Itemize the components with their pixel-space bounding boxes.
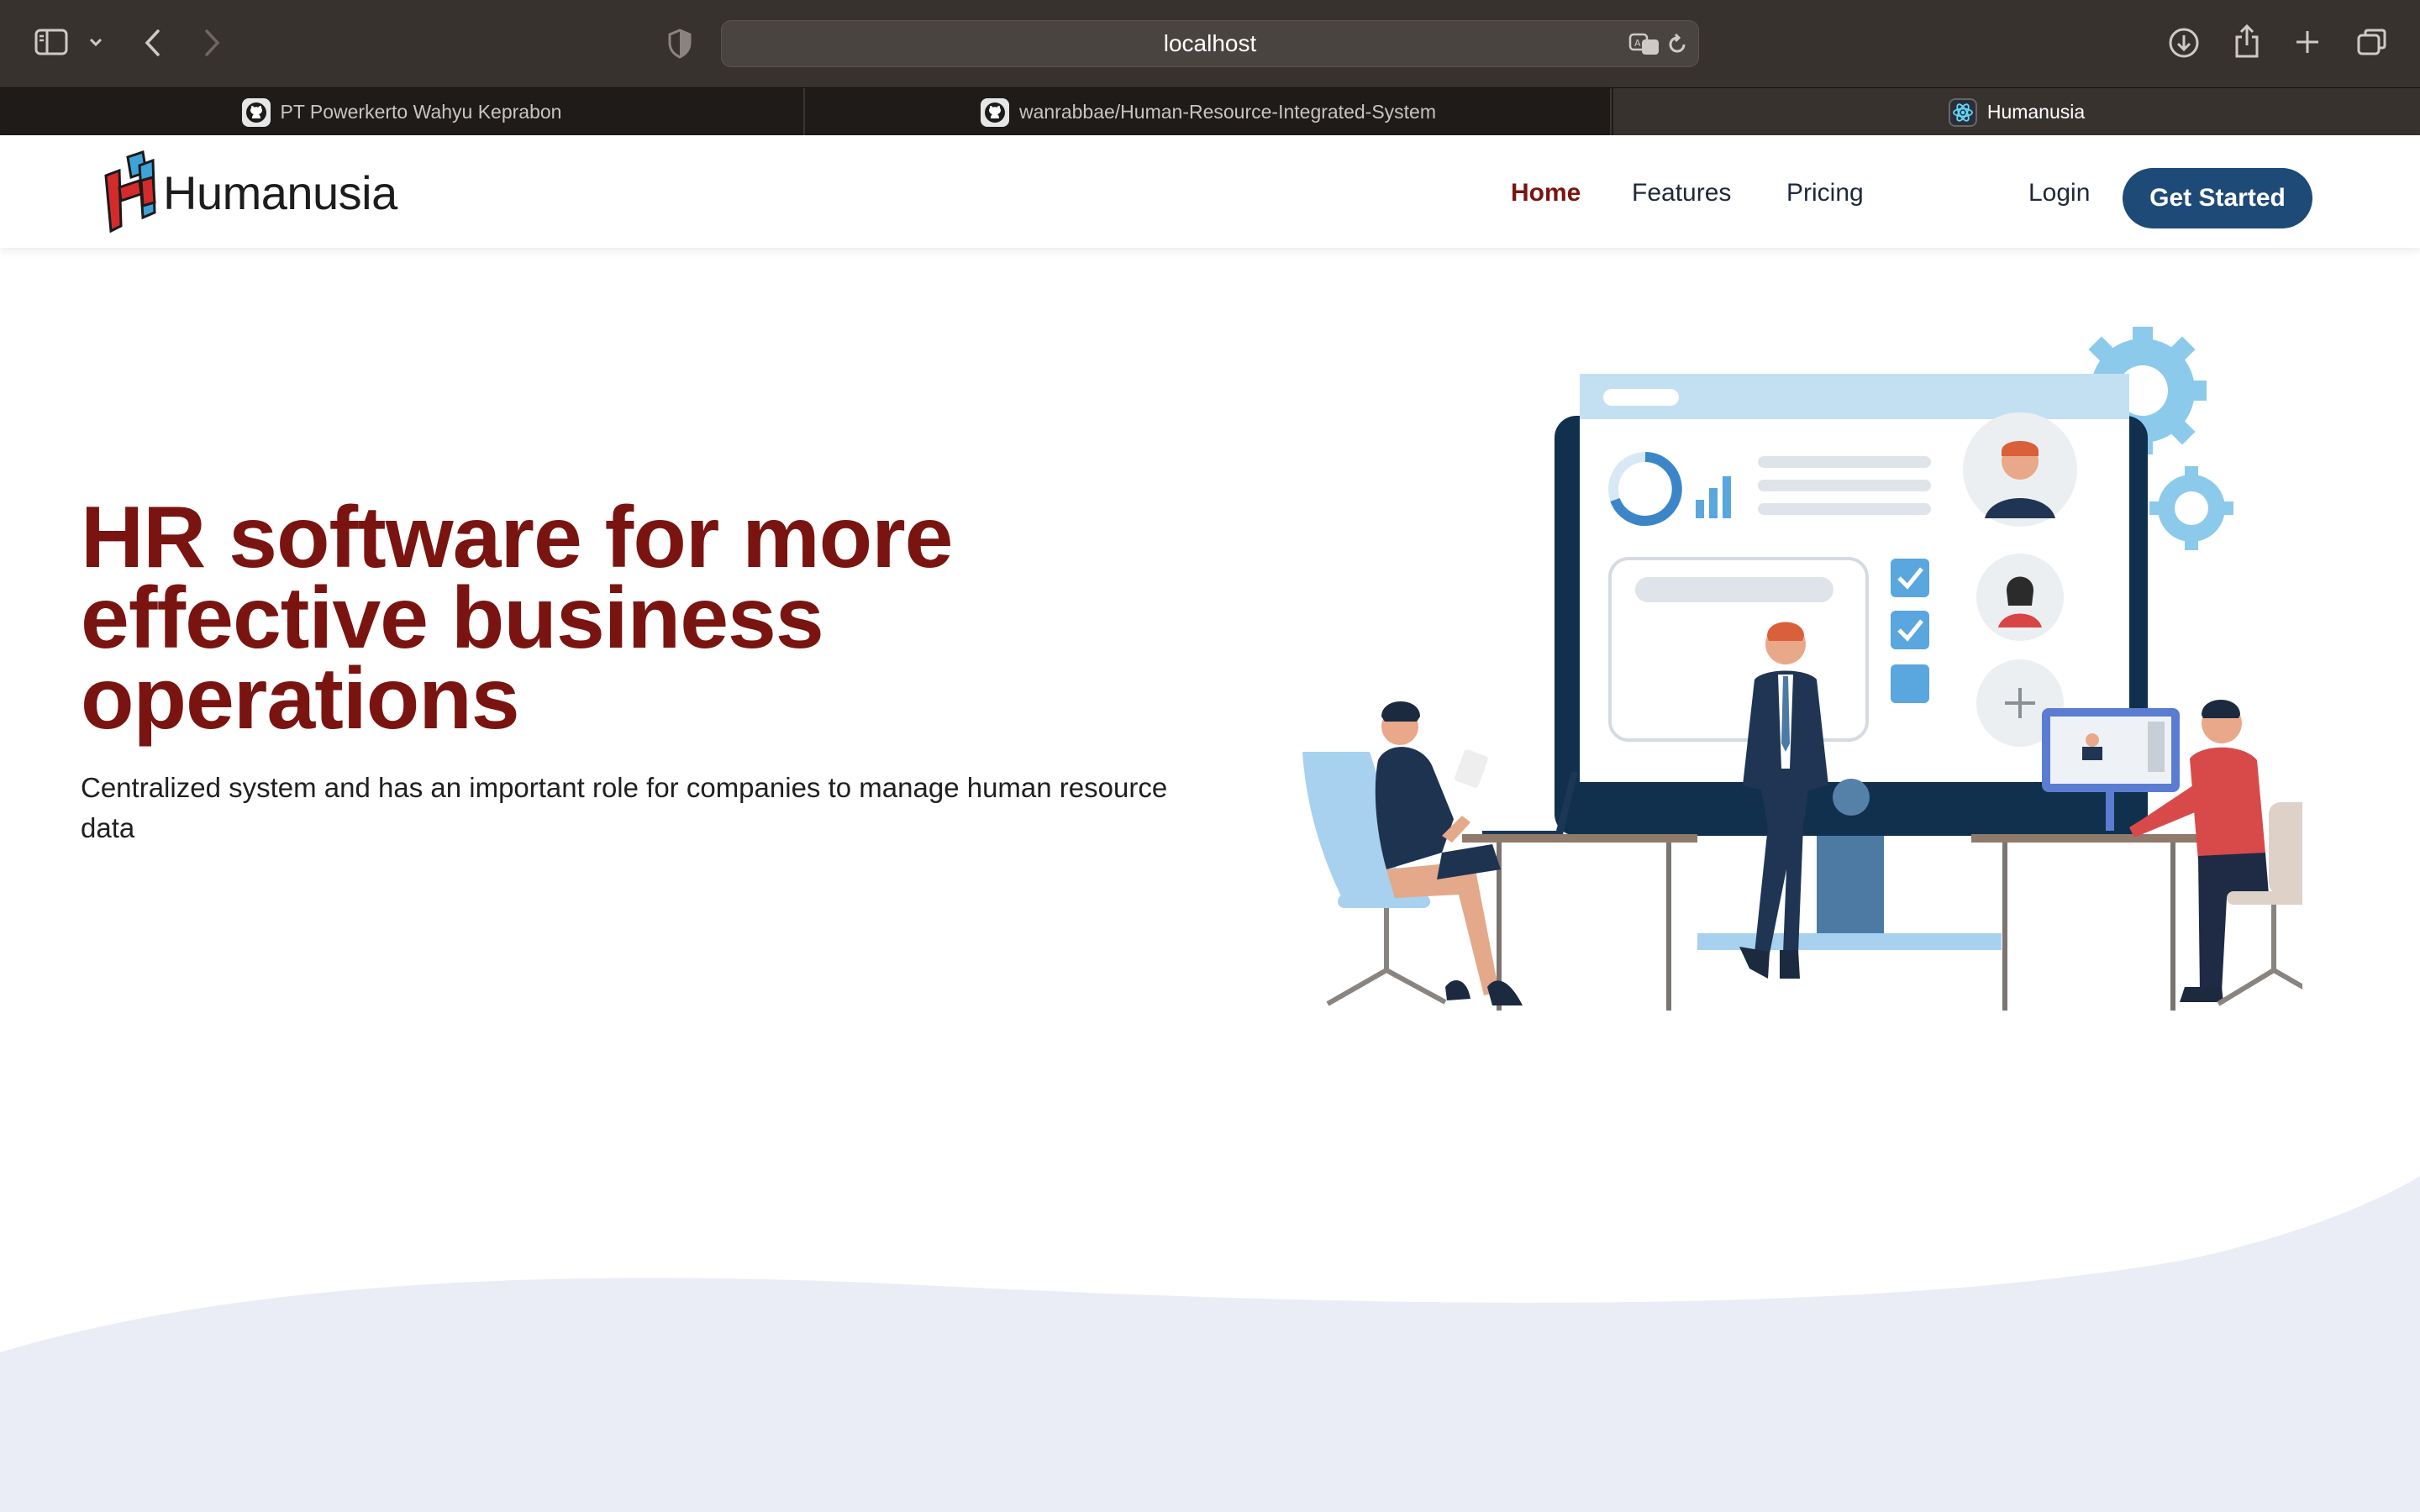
github-icon — [980, 97, 1009, 127]
download-icon[interactable] — [2166, 25, 2202, 60]
nav-home[interactable]: Home — [1511, 179, 1581, 207]
tab-label: PT Powerkerto Wahyu Keprabon — [280, 101, 562, 123]
get-started-button[interactable]: Get Started — [2123, 168, 2312, 228]
back-icon[interactable] — [138, 24, 168, 62]
tab-github-repo[interactable]: wanrabbae/Human-Resource-Integrated-Syst… — [807, 88, 1612, 136]
background-wave — [0, 1176, 2420, 1512]
hero-subtitle: Centralized system and has an important … — [81, 772, 1168, 843]
tab-bar: PT Powerkerto Wahyu Keprabon wanrabbae/H… — [0, 87, 2420, 136]
nav-login[interactable]: Login — [2028, 179, 2090, 207]
address-bar[interactable]: localhost A — [721, 20, 1699, 67]
hero-title: HR software for more effective business … — [81, 489, 954, 748]
browser-toolbar: localhost A — [0, 0, 2420, 87]
nav-features[interactable]: Features — [1632, 179, 1731, 207]
url-text: localhost — [1163, 30, 1257, 56]
svg-text:A: A — [1634, 38, 1641, 49]
nav-pricing[interactable]: Pricing — [1786, 179, 1864, 207]
tab-pt-powerkerto[interactable]: PT Powerkerto Wahyu Keprabon — [0, 88, 805, 136]
new-tab-icon[interactable] — [2292, 27, 2323, 57]
humanusia-logo-icon — [104, 150, 156, 234]
brand-name: Humanusia — [163, 165, 397, 219]
tab-label: Humanusia — [1986, 101, 2086, 123]
forward-icon[interactable] — [197, 24, 227, 62]
share-icon[interactable] — [2230, 22, 2264, 60]
tab-overview-icon[interactable] — [2354, 25, 2390, 59]
tab-humanusia[interactable]: Humanusia — [1613, 88, 2420, 136]
chevron-down-icon[interactable] — [86, 32, 106, 52]
reload-icon[interactable] — [1665, 31, 1690, 58]
brand-logo[interactable]: Humanusia — [103, 150, 397, 234]
translate-icon[interactable]: A — [1628, 29, 1661, 60]
sidebar-toggle-icon[interactable] — [32, 25, 71, 59]
tab-label: wanrabbae/Human-Resource-Integrated-Syst… — [1018, 101, 1437, 123]
github-icon — [241, 97, 271, 127]
privacy-shield-icon[interactable] — [664, 27, 696, 60]
react-icon — [1948, 97, 1977, 127]
hero-illustration — [1302, 327, 2302, 1011]
site-header: Humanusia Home Features Pricing Login Ge… — [0, 135, 2420, 248]
